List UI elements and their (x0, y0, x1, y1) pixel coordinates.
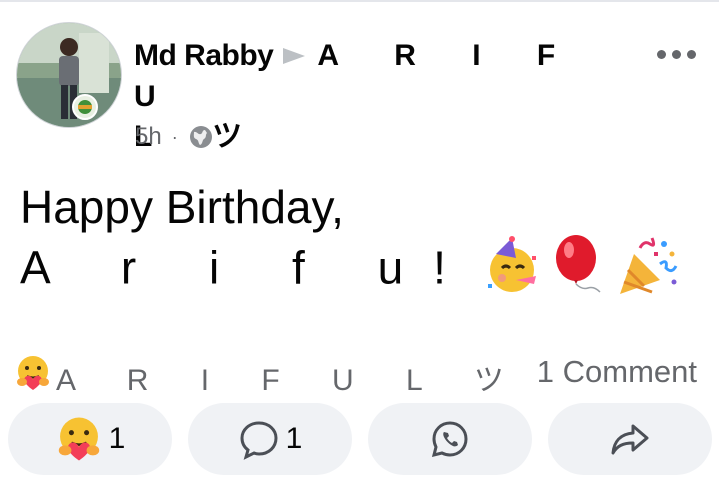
balloon-emoji (548, 234, 608, 309)
more-dot (657, 49, 666, 59)
comment-count-action: 1 (285, 422, 303, 455)
partying-face-emoji (482, 236, 542, 307)
care-emoji-icon (55, 415, 103, 463)
action-bar: 1 1 (8, 403, 712, 475)
meta-separator: · (171, 126, 178, 147)
reactor-names[interactable]: A R I F U L ツ (56, 355, 526, 399)
party-popper-emoji (614, 234, 678, 309)
whatsapp-button[interactable] (368, 403, 532, 475)
avatar[interactable] (16, 22, 122, 128)
comment-icon (238, 418, 280, 460)
more-dot (687, 49, 696, 59)
author-name[interactable]: Md Rabby (134, 39, 274, 72)
more-icon[interactable] (657, 42, 697, 66)
react-button[interactable]: 1 (8, 403, 172, 475)
post-text-line2: A r i f u! (20, 241, 476, 294)
post-meta: 5h · (135, 123, 214, 151)
reaction-summary[interactable]: A R I F U L ツ (14, 354, 526, 400)
post-time[interactable]: 5h (135, 123, 162, 151)
whatsapp-icon (430, 419, 470, 459)
comment-count[interactable]: 1 Comment (537, 354, 697, 390)
share-button[interactable] (548, 403, 712, 475)
comment-button[interactable]: 1 (188, 403, 352, 475)
more-dot (672, 49, 681, 59)
globe-icon (188, 124, 214, 150)
post-body: Happy Birthday, A r i f u! (20, 180, 678, 309)
react-count: 1 (108, 422, 126, 455)
top-divider (0, 0, 719, 2)
post-text-line1: Happy Birthday, (20, 181, 344, 233)
arrow-right-icon (281, 37, 307, 77)
share-icon (609, 418, 651, 460)
care-emoji-icon (14, 354, 52, 400)
